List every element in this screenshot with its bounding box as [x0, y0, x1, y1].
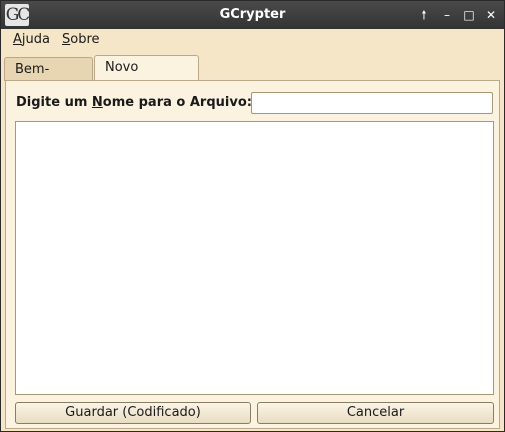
close-icon[interactable]: ✕: [482, 6, 500, 24]
menu-bar: Ajuda Sobre: [1, 29, 504, 51]
tab-bar: Bem-Vindo Novo Arquivo: [1, 55, 504, 101]
tab-novo-arquivo[interactable]: Novo Arquivo: [94, 55, 199, 99]
filename-label-suffix: ome para o Arquivo: *: [102, 95, 264, 110]
pin-icon[interactable]: 🠕: [415, 6, 433, 24]
filename-label-prefix: Digite um: [16, 95, 92, 110]
menu-ajuda[interactable]: Ajuda: [13, 32, 50, 47]
filename-input[interactable]: [251, 92, 493, 114]
filename-label-mnemonic: N: [91, 95, 103, 110]
save-encrypted-button[interactable]: Guardar (Codificado): [15, 402, 251, 424]
title-bar[interactable]: GC GCrypter 🠕 – □ ✕: [1, 1, 504, 29]
menu-sobre[interactable]: Sobre: [62, 32, 100, 47]
app-window: GC GCrypter 🠕 – □ ✕ Ajuda Sobre Bem-Vind…: [0, 0, 505, 432]
minimize-icon[interactable]: –: [438, 6, 456, 24]
cancel-button[interactable]: Cancelar: [257, 402, 494, 424]
tab-bem-vindo[interactable]: Bem-Vindo: [4, 57, 93, 101]
tab-panel-novo-arquivo: Digite um Nome para o Arquivo: * Guardar…: [5, 80, 500, 429]
menu-ajuda-label: juda: [21, 32, 50, 47]
menu-ajuda-mnemonic: A: [13, 32, 22, 47]
filename-label: Digite um Nome para o Arquivo: *: [16, 95, 263, 110]
content-textarea[interactable]: [15, 121, 494, 395]
menu-sobre-label: obre: [70, 32, 100, 47]
maximize-icon[interactable]: □: [460, 6, 478, 24]
